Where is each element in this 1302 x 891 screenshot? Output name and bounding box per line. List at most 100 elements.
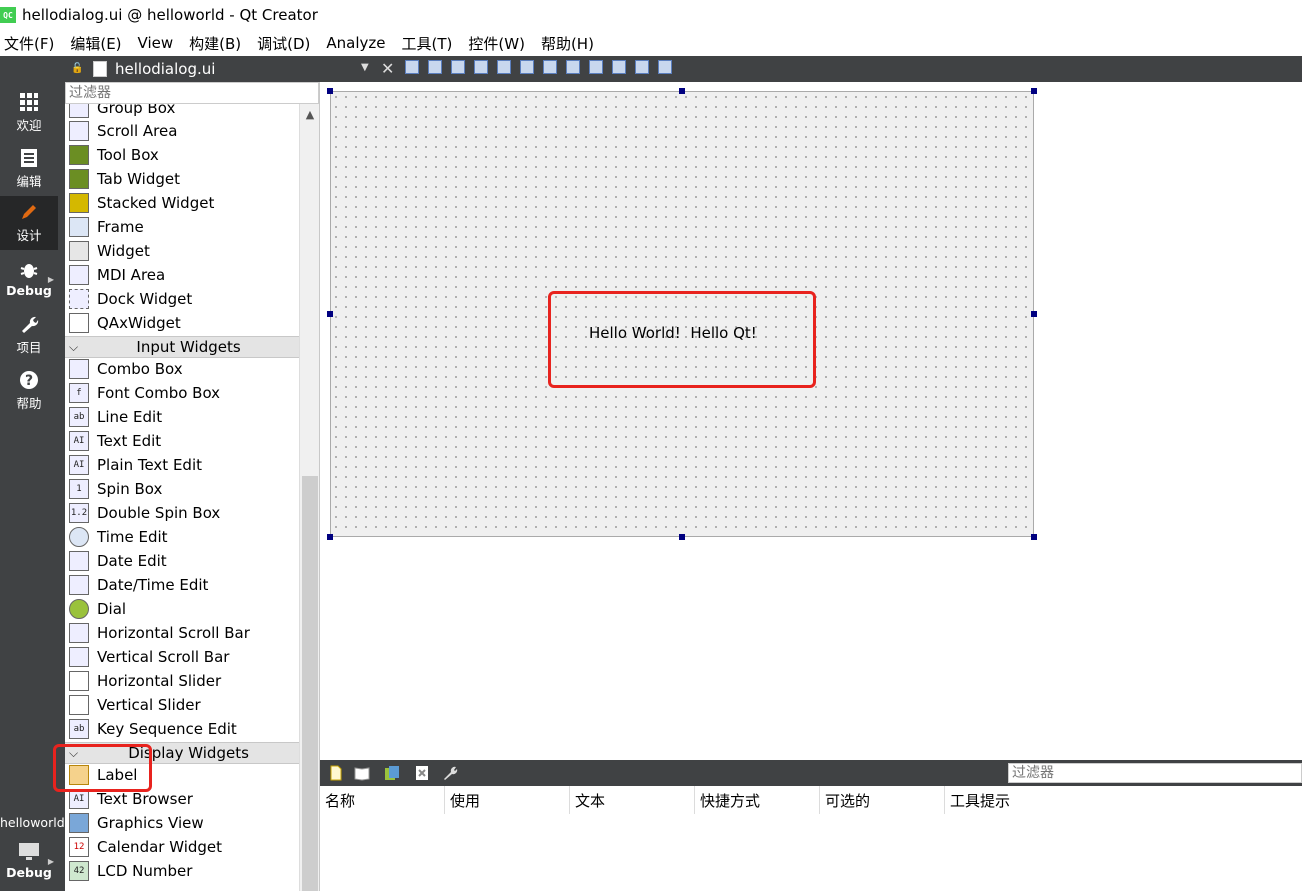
column-header-shortcut[interactable]: 快捷方式	[695, 786, 820, 814]
widget-item-widget[interactable]: Widget	[65, 239, 299, 263]
column-header-tooltip[interactable]: 工具提示	[945, 786, 1070, 814]
open-book-icon[interactable]	[354, 765, 370, 781]
delete-action-icon[interactable]	[414, 765, 430, 781]
widget-item-dial[interactable]: Dial	[65, 597, 299, 621]
mode-debug[interactable]: Debug ▶	[0, 252, 58, 306]
layout-grid-icon[interactable]	[612, 60, 626, 74]
widget-item-horizontal-slider[interactable]: Horizontal Slider	[65, 669, 299, 693]
menu-build[interactable]: 构建(B)	[189, 33, 241, 54]
edit-tab-order-icon[interactable]	[474, 60, 488, 74]
widget-item-key-sequence-edit[interactable]: ab Key Sequence Edit	[65, 717, 299, 741]
widget-item-stacked-widget[interactable]: Stacked Widget	[65, 191, 299, 215]
widget-item-horizontal-scroll-bar[interactable]: Horizontal Scroll Bar	[65, 621, 299, 645]
column-header-checkable[interactable]: 可选的	[820, 786, 945, 814]
help-icon: ?	[18, 370, 40, 390]
new-action-icon[interactable]	[328, 765, 344, 781]
column-header-used[interactable]: 使用	[445, 786, 570, 814]
edit-widgets-icon[interactable]	[405, 60, 419, 74]
widget-item-text-edit[interactable]: AI Text Edit	[65, 429, 299, 453]
form-editor-canvas: Hello World! Hello Qt!	[320, 82, 1302, 760]
category-input-widgets[interactable]: ⌵ Input Widgets	[65, 336, 299, 358]
menu-analyze[interactable]: Analyze	[326, 34, 385, 52]
widget-item-line-edit[interactable]: ab Line Edit	[65, 405, 299, 429]
widget-item-frame[interactable]: Frame	[65, 215, 299, 239]
menu-widgets[interactable]: 控件(W)	[468, 33, 525, 54]
pencil-icon	[18, 202, 40, 222]
widget-filter-field[interactable]	[65, 82, 319, 104]
mode-design[interactable]: 设计	[0, 196, 58, 250]
action-filter-field[interactable]	[1008, 763, 1302, 783]
menu-help[interactable]: 帮助(H)	[541, 33, 594, 54]
widget-item-tool-box[interactable]: Tool Box	[65, 143, 299, 167]
layout-form-icon[interactable]	[589, 60, 603, 74]
kit-selector[interactable]: Debug ▶	[0, 834, 58, 888]
layout-vertical-icon[interactable]	[520, 60, 534, 74]
resize-handle[interactable]	[1031, 88, 1037, 94]
menu-debug[interactable]: 调试(D)	[257, 33, 310, 54]
widget-item-graphics-view[interactable]: Graphics View	[65, 811, 299, 835]
widget-item-group-box[interactable]: Group Box	[65, 104, 299, 120]
menu-edit[interactable]: 编辑(E)	[70, 33, 121, 54]
widget-item-font-combo-box[interactable]: f Font Combo Box	[65, 381, 299, 405]
column-header-text[interactable]: 文本	[570, 786, 695, 814]
action-filter-input[interactable]	[1009, 764, 1301, 782]
mode-welcome[interactable]: 欢迎	[0, 86, 58, 140]
widget-item-lcd-number[interactable]: 42 LCD Number	[65, 859, 299, 883]
widget-item-double-spin-box[interactable]: 1.2 Double Spin Box	[65, 501, 299, 525]
widget-item-calendar-widget[interactable]: 12 Calendar Widget	[65, 835, 299, 859]
widget-item-dock-widget[interactable]: Dock Widget	[65, 287, 299, 311]
widget-item-label: Text Browser	[97, 790, 193, 808]
widget-item-datetime-edit[interactable]: Date/Time Edit	[65, 573, 299, 597]
chevron-down-icon: ⌵	[69, 339, 79, 354]
resize-handle[interactable]	[327, 311, 333, 317]
layout-vertical-splitter-icon[interactable]	[566, 60, 580, 74]
mode-edit[interactable]: 编辑	[0, 142, 58, 196]
resize-handle[interactable]	[679, 88, 685, 94]
layout-horizontal-icon[interactable]	[497, 60, 511, 74]
vertical-slider-icon	[69, 695, 89, 715]
widget-box-scrollbar[interactable]: ▲	[299, 104, 319, 891]
widget-item-label: Vertical Scroll Bar	[97, 648, 230, 666]
svg-text:?: ?	[25, 373, 33, 389]
resize-handle[interactable]	[679, 534, 685, 540]
widget-item-mdi-area[interactable]: MDI Area	[65, 263, 299, 287]
calendar-icon	[69, 551, 89, 571]
widget-item-date-edit[interactable]: Date Edit	[65, 549, 299, 573]
scrollbar-thumb[interactable]	[302, 476, 318, 891]
widget-item-scroll-area[interactable]: Scroll Area	[65, 119, 299, 143]
widget-item-tab-widget[interactable]: Tab Widget	[65, 167, 299, 191]
edit-signals-slots-icon[interactable]	[428, 60, 442, 74]
resize-handle[interactable]	[1031, 311, 1037, 317]
widget-item-spin-box[interactable]: 1 Spin Box	[65, 477, 299, 501]
widget-item-label: Text Edit	[97, 432, 162, 450]
mode-help-label: 帮助	[16, 396, 42, 411]
dialog-form[interactable]: Hello World! Hello Qt!	[330, 91, 1034, 537]
copy-action-icon[interactable]	[384, 765, 400, 781]
widget-item-qaxwidget[interactable]: QAxWidget	[65, 311, 299, 335]
menu-tools[interactable]: 工具(T)	[402, 33, 453, 54]
adjust-size-icon[interactable]	[658, 60, 672, 74]
widget-item-label: Tool Box	[97, 146, 159, 164]
configure-wrench-icon[interactable]	[442, 765, 458, 781]
widget-item-time-edit[interactable]: Time Edit	[65, 525, 299, 549]
mode-help[interactable]: ? 帮助	[0, 364, 58, 418]
menu-view[interactable]: View	[138, 34, 174, 52]
chevron-up-icon[interactable]: ▲	[302, 108, 318, 124]
open-document-combo[interactable]: 🔓 hellodialog.ui ▼	[65, 56, 375, 82]
menu-file[interactable]: 文件(F)	[4, 33, 54, 54]
resize-handle[interactable]	[327, 88, 333, 94]
column-header-name[interactable]: 名称	[320, 786, 445, 814]
edit-buddies-icon[interactable]	[451, 60, 465, 74]
widget-item-label: Widget	[97, 242, 150, 260]
widget-item-plain-text-edit[interactable]: AI Plain Text Edit	[65, 453, 299, 477]
widget-filter-input[interactable]	[66, 83, 318, 103]
resize-handle[interactable]	[1031, 534, 1037, 540]
widget-item-vertical-slider[interactable]: Vertical Slider	[65, 693, 299, 717]
layout-horizontal-splitter-icon[interactable]	[543, 60, 557, 74]
resize-handle[interactable]	[327, 534, 333, 540]
widget-item-combo-box[interactable]: Combo Box	[65, 357, 299, 381]
mode-projects[interactable]: 项目	[0, 308, 58, 362]
close-document-icon[interactable]: ✕	[381, 59, 394, 78]
break-layout-icon[interactable]	[635, 60, 649, 74]
widget-item-vertical-scroll-bar[interactable]: Vertical Scroll Bar	[65, 645, 299, 669]
